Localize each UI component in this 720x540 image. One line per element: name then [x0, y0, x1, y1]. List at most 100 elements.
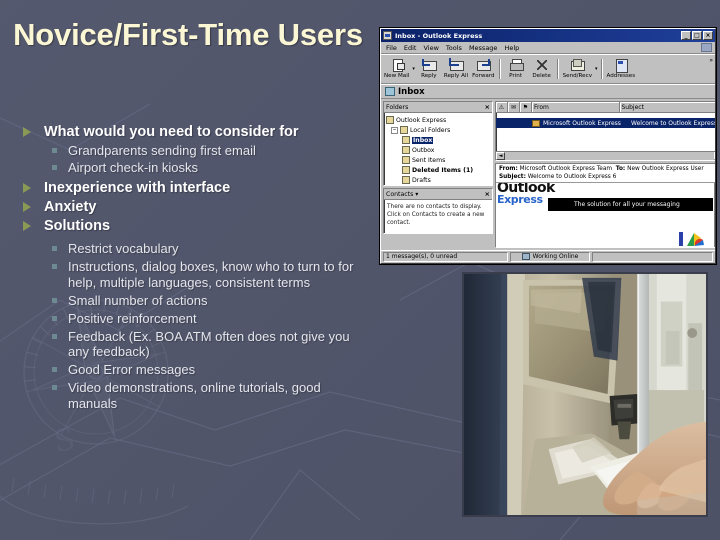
toolbar-button-new-mail[interactable]: New Mail	[382, 56, 411, 82]
folder-label: Drafts	[412, 176, 431, 184]
outlook-fan-logo-icon	[686, 233, 704, 246]
new-mail-icon	[390, 58, 405, 72]
bullet-text: Feedback (Ex. BOA ATM often does not giv…	[68, 328, 350, 360]
folder-item-deleted-items[interactable]: Deleted Items (1)	[386, 165, 490, 175]
list-item: Instructions, dialog boxes, know who to …	[16, 259, 368, 290]
close-button[interactable]: ×	[703, 31, 713, 40]
toolbar-button-forward[interactable]: Forward	[470, 56, 497, 82]
folder-item-outlook-express[interactable]: Outlook Express	[386, 115, 490, 125]
list-item: Feedback (Ex. BOA ATM often does not giv…	[16, 329, 368, 360]
square-bullet-icon	[52, 165, 57, 170]
bullet-text: Inexperience with interface	[44, 180, 231, 196]
slide-body: What would you need to consider for Gran…	[16, 124, 368, 414]
menu-item-file[interactable]: File	[386, 44, 397, 52]
folder-label: Outbox	[412, 146, 435, 154]
folders-pane-header: Folders ×	[384, 102, 492, 113]
toolbar-label: Forward	[472, 73, 495, 79]
folder-item-sent-items[interactable]: Sent Items	[386, 155, 490, 165]
folder-label: Outlook Express	[396, 116, 447, 124]
folder-item-inbox[interactable]: Inbox	[386, 135, 490, 145]
folders-pane: Folders × Outlook Express − Local Folder…	[383, 101, 493, 186]
kiosk-photo-artwork	[464, 274, 706, 515]
bullet-text: Good Error messages	[68, 362, 196, 377]
contacts-pane-title[interactable]: Contacts ▾	[386, 191, 418, 198]
bullet-text: Airport check-in kiosks	[68, 160, 199, 175]
right-column: ⚠ ✉ ⚑ From Subject Microsoft Outlook Exp…	[495, 101, 716, 248]
toolbar-separator	[600, 59, 603, 79]
list-item: Restrict vocabulary	[16, 241, 368, 257]
preview-from-label: From:	[499, 166, 518, 172]
toolbar-button-send-receive[interactable]: Send/Recv	[561, 56, 594, 82]
reply-all-icon	[448, 58, 464, 72]
folder-item-outbox[interactable]: Outbox	[386, 145, 490, 155]
preview-body: Outlook Express The solution for all you…	[496, 183, 715, 247]
drafts-folder-icon	[402, 176, 410, 184]
column-header-subject[interactable]: Subject	[620, 102, 716, 112]
inbox-folder-icon	[402, 136, 410, 144]
folder-item-drafts[interactable]: Drafts	[386, 175, 490, 185]
send-receive-dropdown-arrow-icon[interactable]: ▾	[594, 66, 599, 72]
scroll-left-arrow-icon[interactable]: ◄	[496, 152, 505, 160]
triangle-bullet-icon	[23, 183, 31, 193]
send-receive-icon	[570, 58, 586, 72]
menu-item-tools[interactable]: Tools	[446, 44, 462, 52]
toolbar-button-delete[interactable]: Delete	[529, 56, 555, 82]
bullet-text: Small number of actions	[68, 292, 208, 308]
message-subject: Welcome to Outlook Express 6	[631, 119, 716, 127]
menu-item-view[interactable]: View	[423, 44, 438, 52]
maximize-button[interactable]: □	[692, 31, 702, 40]
bullet-text: Video demonstrations, online tutorials, …	[68, 380, 321, 411]
scroll-down-arrow-icon[interactable]: ▼	[714, 239, 715, 247]
tree-collapse-toggle[interactable]: −	[391, 126, 398, 134]
menu-item-message[interactable]: Message	[469, 44, 498, 52]
toolbar-separator	[556, 59, 559, 79]
close-icon[interactable]: ×	[485, 103, 490, 111]
square-bullet-icon	[52, 367, 57, 372]
window-title: Inbox - Outlook Express	[395, 31, 483, 40]
folder-item-local-folders[interactable]: − Local Folders	[386, 125, 490, 135]
scroll-right-arrow-icon[interactable]: ►	[713, 152, 715, 160]
network-icon	[521, 253, 530, 260]
column-attachment-icon[interactable]: ✉	[508, 102, 520, 112]
message-list-horizontal-scrollbar[interactable]: ◄ ►	[496, 151, 715, 160]
scroll-up-arrow-icon[interactable]: ▲	[714, 183, 715, 191]
toolbar-label: Reply All	[443, 73, 469, 79]
forward-icon	[476, 58, 492, 72]
toolbar-button-reply-all[interactable]: Reply All	[442, 56, 470, 82]
list-item: Positive reinforcement	[16, 311, 368, 327]
preview-tagline: The solution for all your messaging	[548, 198, 713, 211]
bullet-text: Solutions	[44, 218, 111, 234]
close-icon[interactable]: ×	[485, 190, 490, 198]
main-area: Folders × Outlook Express − Local Folder…	[381, 99, 715, 250]
message-from: Microsoft Outlook Express	[543, 119, 621, 127]
preview-subject-value: Welcome to Outlook Express 6	[527, 174, 617, 180]
contacts-empty-message: There are no contacts to display. Click …	[387, 204, 485, 226]
folders-pane-title: Folders	[386, 103, 409, 111]
column-flag-icon[interactable]: ⚑	[520, 102, 532, 112]
window-titlebar: Inbox - Outlook Express _ □ ×	[381, 29, 715, 42]
message-list: ⚠ ✉ ⚑ From Subject Microsoft Outlook Exp…	[495, 101, 716, 161]
folder-banner-label: Inbox	[398, 86, 425, 97]
square-bullet-icon	[52, 264, 57, 269]
message-row[interactable]: Microsoft Outlook Express Welcome to Out…	[496, 118, 716, 128]
toolbar: New Mail ▾ Reply Reply All Forward Print	[381, 54, 715, 84]
toolbar-label: Send/Recv	[562, 73, 593, 79]
toolbar-button-reply[interactable]: Reply	[416, 56, 442, 82]
bullet-text: Instructions, dialog boxes, know who to …	[68, 259, 354, 290]
bullet-text: What would you need to consider for	[44, 124, 299, 140]
column-priority-icon[interactable]: ⚠	[496, 102, 508, 112]
menu-item-help[interactable]: Help	[504, 44, 519, 52]
preview-vertical-scrollbar[interactable]: ▲ ▼	[713, 183, 715, 247]
outbox-folder-icon	[402, 146, 410, 154]
inbox-icon	[385, 87, 395, 96]
toolbar-button-addresses[interactable]: Addresses	[605, 56, 638, 82]
toolbar-overflow-chevron-icon[interactable]: »	[709, 57, 713, 64]
square-bullet-icon	[52, 315, 57, 321]
menu-item-edit[interactable]: Edit	[404, 44, 417, 52]
toolbar-button-print[interactable]: Print	[503, 56, 529, 82]
column-header-from[interactable]: From	[532, 102, 620, 112]
minimize-button[interactable]: _	[681, 31, 691, 40]
triangle-bullet-icon	[23, 127, 31, 137]
sent-items-folder-icon	[402, 156, 410, 164]
bullet-text: Anxiety	[44, 199, 97, 215]
